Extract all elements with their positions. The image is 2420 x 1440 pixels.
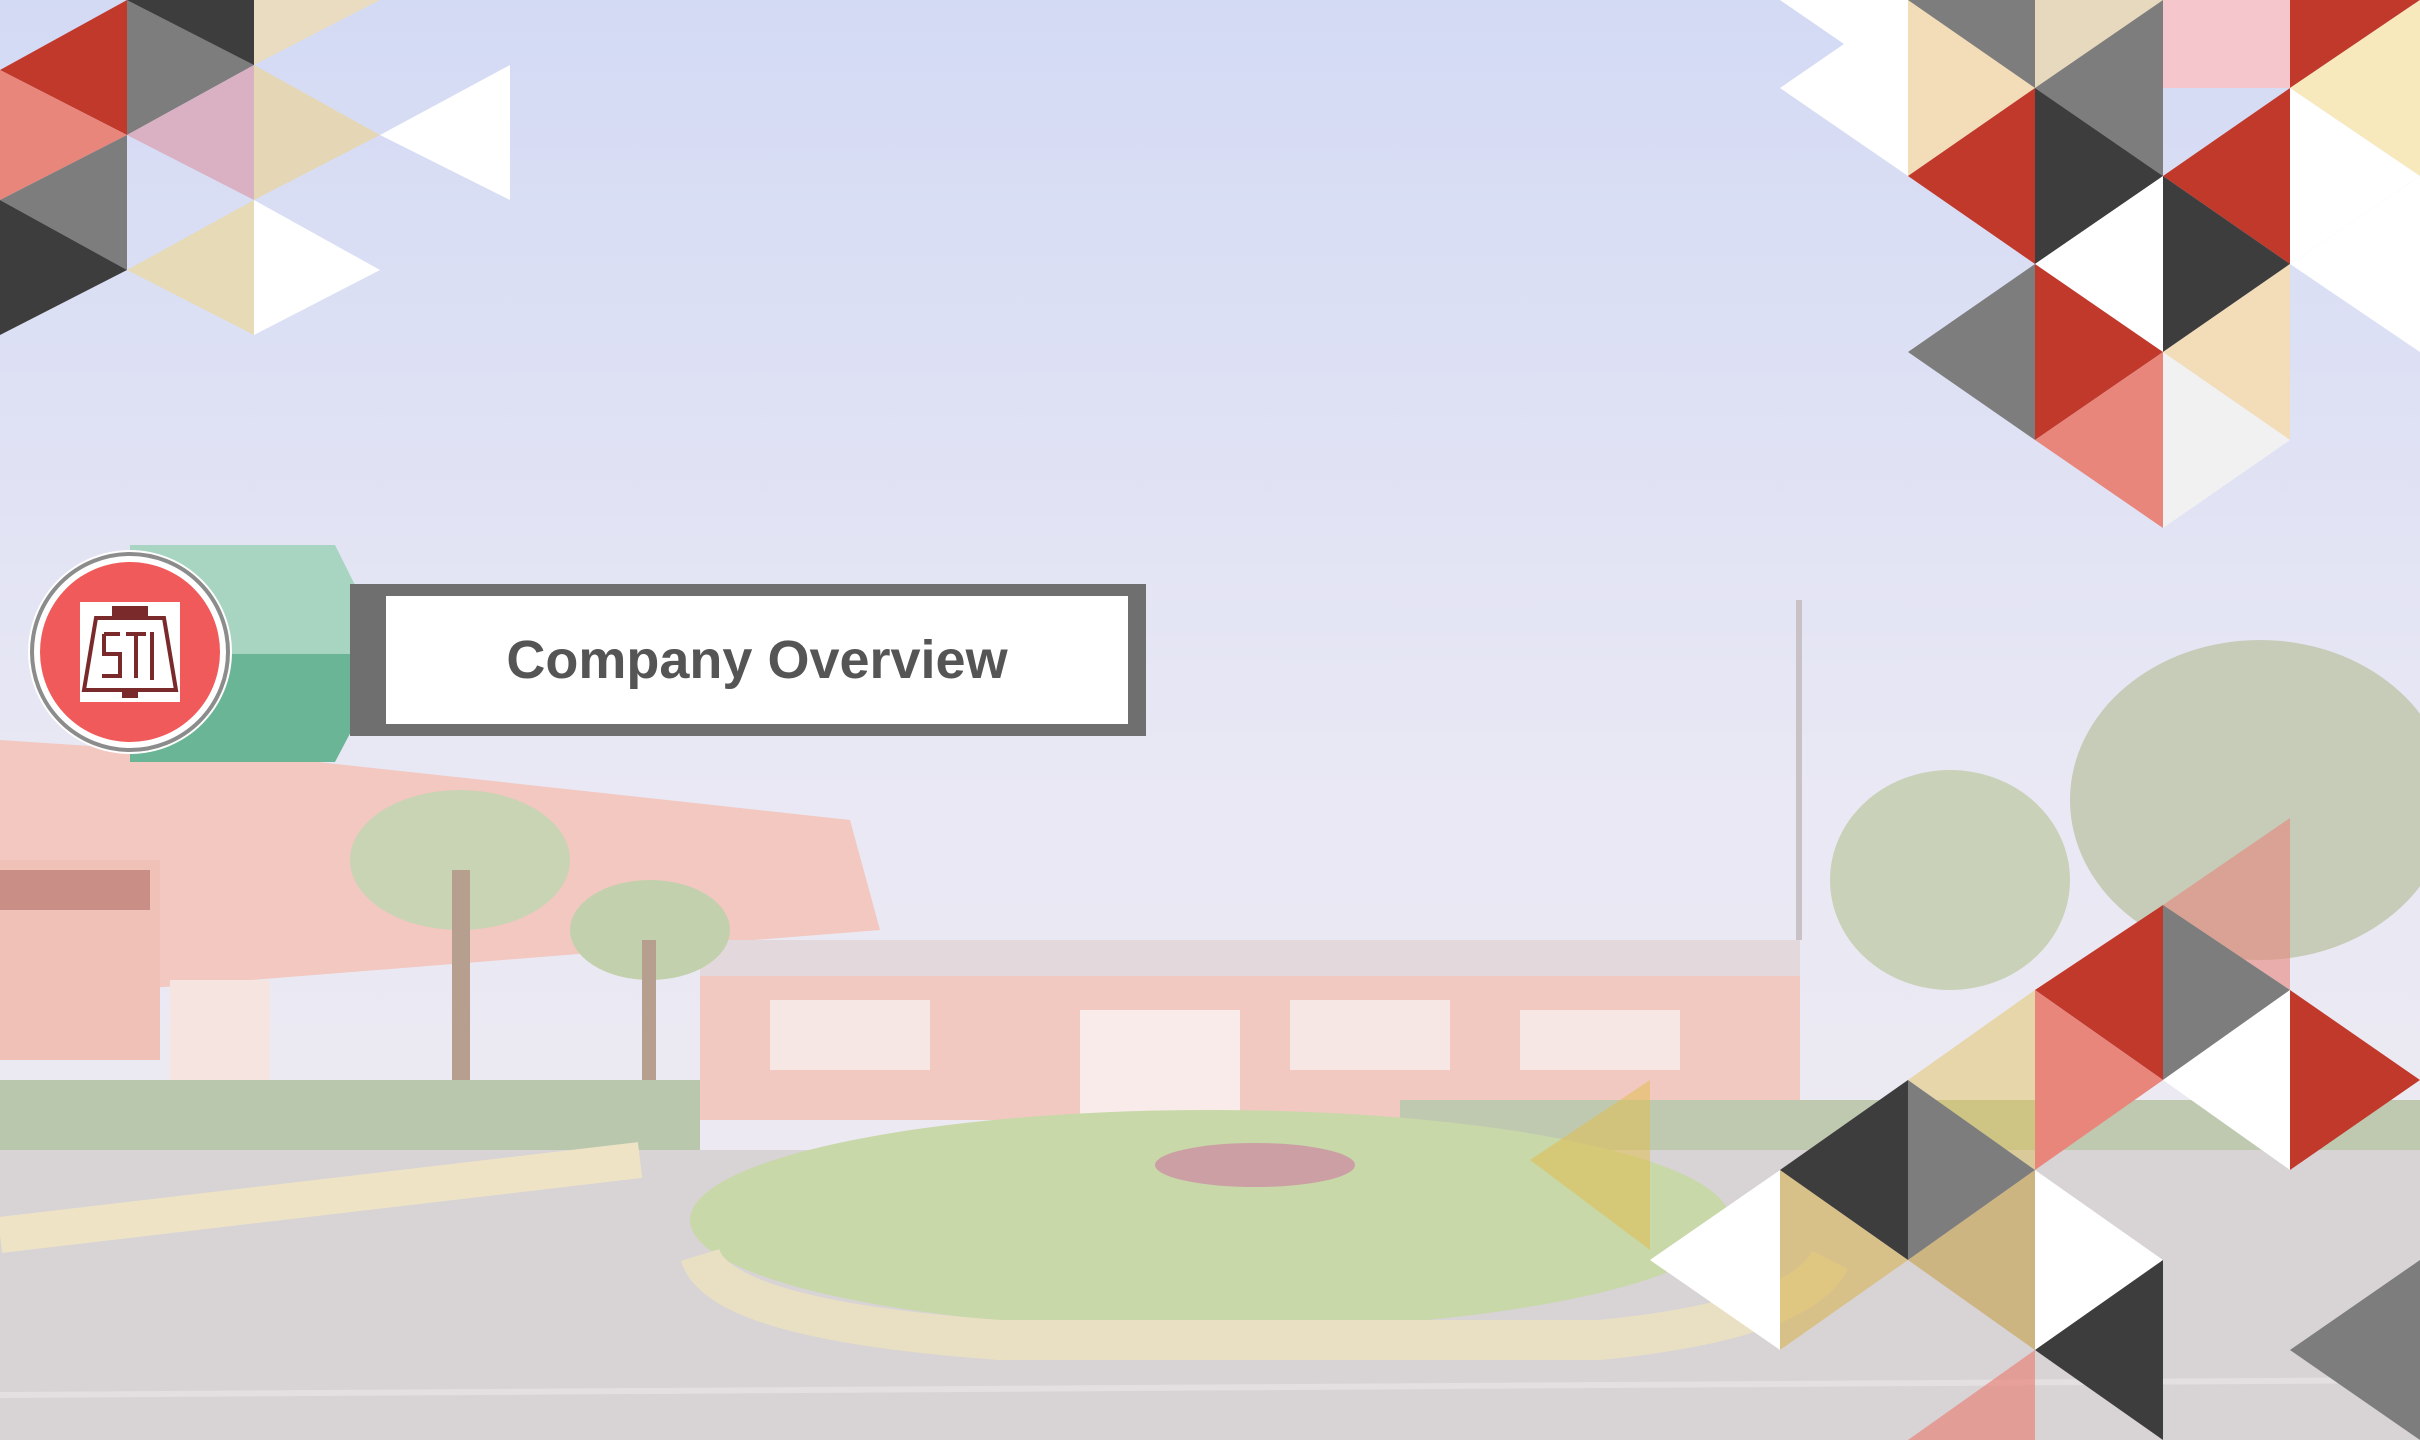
slide-title: Company Overview	[506, 630, 1008, 690]
company-logo	[28, 550, 232, 754]
title-banner	[28, 545, 1146, 762]
